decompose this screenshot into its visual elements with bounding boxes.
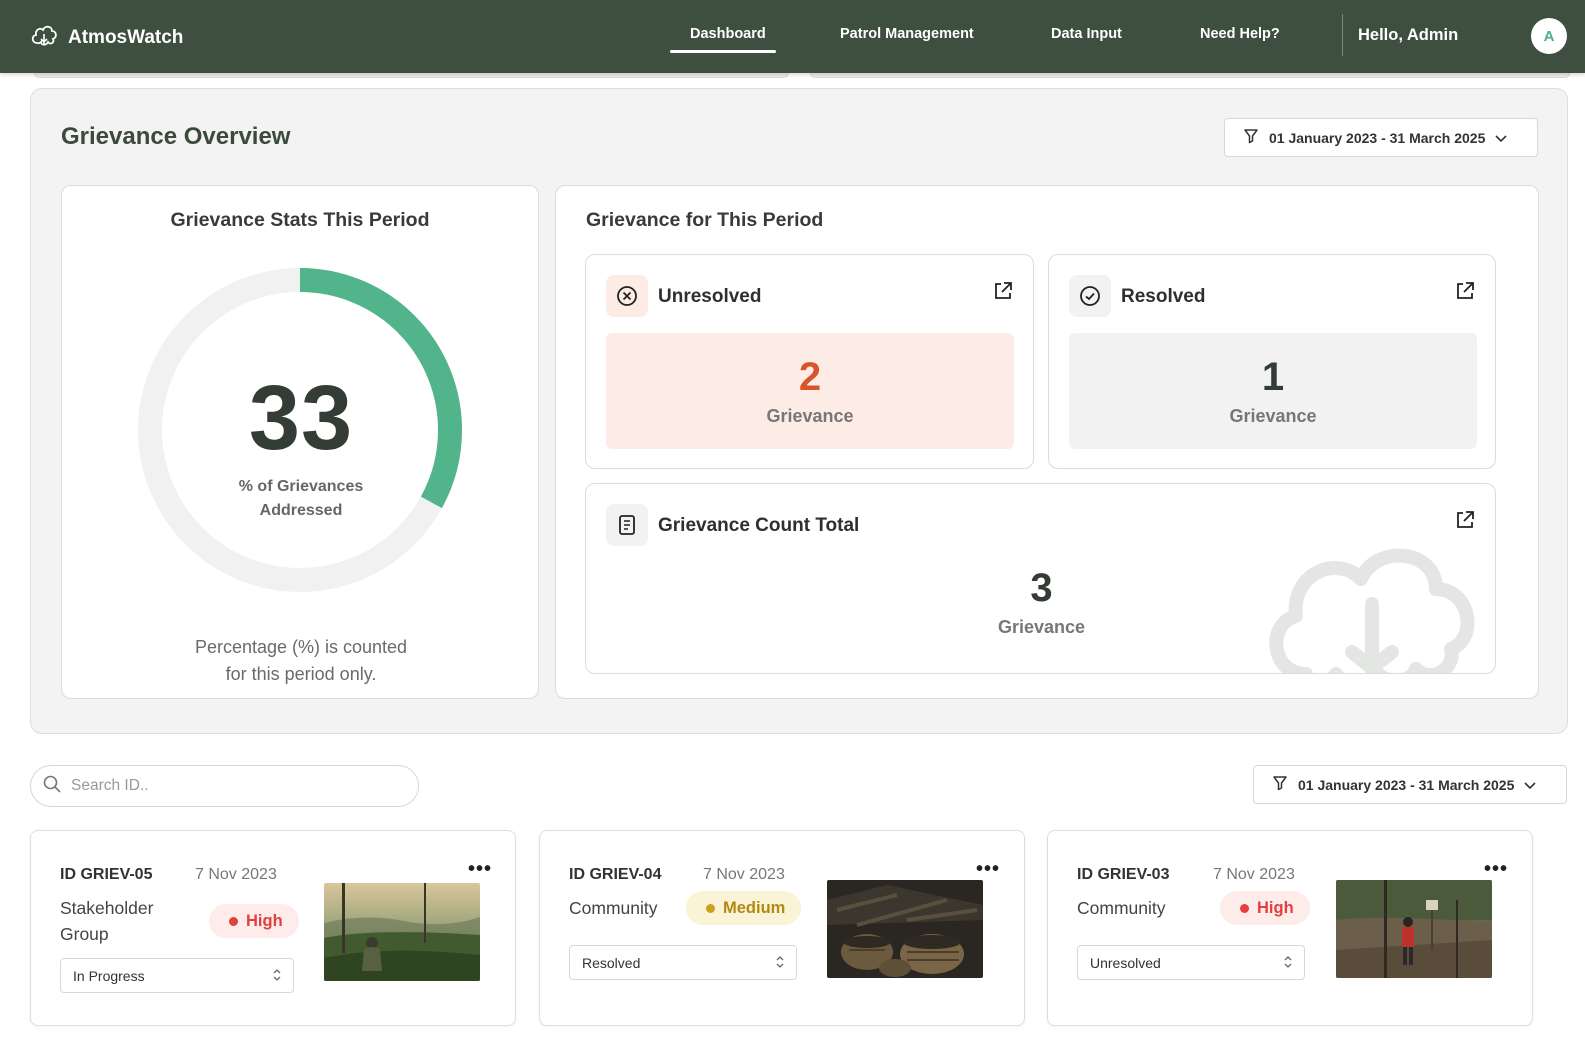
cloud-watermark-icon [1269,548,1475,673]
section-strip [34,73,789,78]
cloud-logo-icon [30,22,58,53]
grievance-overview-panel: Grievance Overview 01 January 2023 - 31 … [30,88,1568,734]
sort-arrows-icon [776,955,784,971]
more-options-icon[interactable]: ••• [1484,858,1508,881]
status-select[interactable]: In Progress [60,958,294,993]
date-range-label: 01 January 2023 - 31 March 2025 [1269,129,1486,146]
section-strip [810,73,1570,78]
grievance-category: Stakeholder Group [60,895,153,947]
unresolved-count: 2 [798,355,822,399]
active-tab-indicator [670,50,776,53]
percent-note-line: Percentage (%) is counted [194,637,408,657]
page-title: Grievance Overview [61,123,291,150]
priority-dot [706,903,715,913]
user-avatar[interactable]: A [1531,18,1567,54]
grievance-card[interactable]: ID GRIEV-05 7 Nov 2023 ••• Stakeholder G… [30,830,516,1026]
unresolved-card[interactable]: Unresolved 2 Grievance [585,254,1034,469]
search-icon [43,775,61,798]
nav-data-input[interactable]: Data Input [1051,26,1122,42]
percent-label: % of Grievances Addressed [62,475,540,523]
search-bar[interactable] [30,765,419,807]
document-icon [606,504,648,546]
chevron-down-icon [1524,777,1536,793]
top-navbar: AtmosWatch Dashboard Patrol Management D… [0,0,1585,73]
nav-divider [1342,14,1343,56]
unresolved-label: Unresolved [658,286,762,307]
category-line: Community [569,898,658,918]
category-line: Community [1077,898,1166,918]
resolved-unit: Grievance [1229,406,1317,426]
unresolved-unit: Grievance [766,406,854,426]
stats-title: Grievance Stats This Period [170,209,430,231]
grievance-id: ID GRIEV-05 [60,866,153,883]
search-input[interactable] [71,777,371,795]
category-line: Group [60,924,109,944]
nav-dashboard[interactable]: Dashboard [690,26,766,42]
resolved-count: 1 [1261,355,1285,399]
priority-label: Medium [723,898,786,917]
priority-label: High [246,911,283,930]
list-date-filter[interactable]: 01 January 2023 - 31 March 2025 [1253,765,1567,804]
priority-label: High [1257,898,1294,917]
grievance-photo[interactable] [324,883,480,981]
external-link-icon[interactable] [1455,510,1475,535]
resolved-card[interactable]: Resolved 1 Grievance [1048,254,1496,469]
grievance-stats-card: Grievance Stats This Period 33 % of Grie… [61,185,539,699]
total-count-card[interactable]: Grievance Count Total 3 Grievance [585,483,1496,674]
unresolved-count-box: 2 Grievance [606,333,1014,449]
nav-patrol-management[interactable]: Patrol Management [840,26,974,42]
status-value: Resolved [582,954,641,971]
resolved-count-box: 1 Grievance [1069,333,1477,449]
resolved-label: Resolved [1121,286,1206,307]
grievance-period-card: Grievance for This Period Unresolved 2 G… [555,185,1539,699]
grievance-date: 7 Nov 2023 [1213,866,1295,883]
grievance-card[interactable]: ID GRIEV-03 7 Nov 2023 ••• Community Hig… [1047,830,1533,1026]
sort-arrows-icon [273,968,281,984]
percent-label-text: % of Grievances Addressed [238,478,364,519]
user-greeting: Hello, Admin [1358,26,1459,44]
nav-need-help[interactable]: Need Help? [1200,26,1280,42]
priority-badge: High [1220,891,1310,925]
sort-arrows-icon [1284,955,1292,971]
status-select[interactable]: Resolved [569,945,797,980]
grievance-category: Community [569,895,658,921]
grievance-photo[interactable] [827,880,983,978]
check-circle-icon [1069,275,1111,317]
grievance-date: 7 Nov 2023 [703,866,785,883]
external-link-icon[interactable] [1455,281,1475,306]
period-title: Grievance for This Period [586,209,824,231]
percent-note-line: for this period only. [225,664,377,684]
date-range-label: 01 January 2023 - 31 March 2025 [1298,776,1515,793]
priority-dot [229,916,238,926]
grievance-date: 7 Nov 2023 [195,866,277,883]
total-label: Grievance Count Total [658,515,860,536]
brand[interactable]: AtmosWatch [30,22,183,53]
brand-name: AtmosWatch [68,26,184,48]
grievance-card[interactable]: ID GRIEV-04 7 Nov 2023 ••• Community Med… [539,830,1025,1026]
status-value: Unresolved [1090,954,1161,971]
x-circle-icon [606,275,648,317]
grievance-id: ID GRIEV-04 [569,866,662,883]
priority-badge: High [209,904,299,938]
grievance-category: Community [1077,895,1166,921]
more-options-icon[interactable]: ••• [976,858,1000,881]
status-select[interactable]: Unresolved [1077,945,1305,980]
external-link-icon[interactable] [993,281,1013,306]
grievance-photo[interactable] [1336,880,1492,978]
overview-date-filter[interactable]: 01 January 2023 - 31 March 2025 [1224,118,1538,157]
grievance-id: ID GRIEV-03 [1077,866,1170,883]
filter-icon [1272,775,1288,794]
priority-badge: Medium [686,891,802,925]
category-line: Stakeholder [60,898,154,918]
more-options-icon[interactable]: ••• [468,858,492,881]
filter-icon [1243,128,1259,147]
priority-dot [1240,903,1249,913]
percent-note: Percentage (%) is counted for this perio… [62,634,540,688]
status-value: In Progress [73,967,145,984]
chevron-down-icon [1495,130,1507,146]
percent-value: 33 [248,367,354,469]
